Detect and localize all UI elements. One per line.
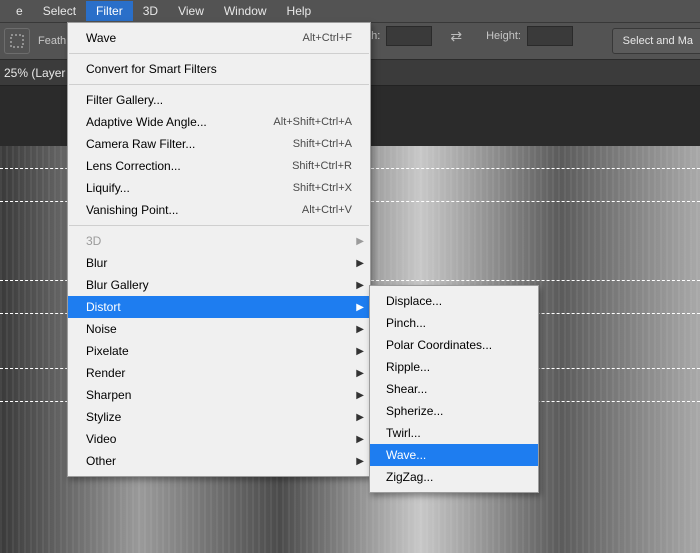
height-label: Height: xyxy=(486,30,521,42)
submenu-item-ripple[interactable]: Ripple... xyxy=(370,356,538,378)
select-and-mask-button[interactable]: Select and Ma xyxy=(612,28,700,54)
menu-item-blur[interactable]: Blur▶ xyxy=(68,252,370,274)
menu-item-render[interactable]: Render▶ xyxy=(68,362,370,384)
filter-menu-dropdown: WaveAlt+Ctrl+F Convert for Smart Filters F… xyxy=(67,22,371,477)
submenu-arrow-icon: ▶ xyxy=(356,368,364,379)
submenu-arrow-icon: ▶ xyxy=(356,236,364,247)
menu-item-3d: 3D▶ xyxy=(68,230,370,252)
submenu-item-zigzag[interactable]: ZigZag... xyxy=(370,466,538,488)
menu-item-distort[interactable]: Distort▶ xyxy=(68,296,370,318)
menu-separator xyxy=(69,53,369,54)
submenu-arrow-icon: ▶ xyxy=(356,346,364,357)
submenu-arrow-icon: ▶ xyxy=(356,280,364,291)
feather-label: Feath xyxy=(38,35,66,47)
menu-select[interactable]: Select xyxy=(33,1,86,21)
submenu-arrow-icon: ▶ xyxy=(356,434,364,445)
submenu-item-displace[interactable]: Displace... xyxy=(370,290,538,312)
menu-item-wave[interactable]: WaveAlt+Ctrl+F xyxy=(68,27,370,49)
menu-separator xyxy=(69,225,369,226)
menu-item-noise[interactable]: Noise▶ xyxy=(68,318,370,340)
menu-item-stylize[interactable]: Stylize▶ xyxy=(68,406,370,428)
menu-item-convert-for-smart-filters[interactable]: Convert for Smart Filters xyxy=(68,58,370,80)
submenu-arrow-icon: ▶ xyxy=(356,390,364,401)
menu-item-blur-gallery[interactable]: Blur Gallery▶ xyxy=(68,274,370,296)
submenu-item-polar-coordinates[interactable]: Polar Coordinates... xyxy=(370,334,538,356)
menu-item-adaptive-wide-angle[interactable]: Adaptive Wide Angle...Alt+Shift+Ctrl+A xyxy=(68,111,370,133)
tool-preset-icon[interactable] xyxy=(4,28,30,54)
menu-separator xyxy=(69,84,369,85)
menu-help[interactable]: Help xyxy=(277,1,322,21)
menu-window[interactable]: Window xyxy=(214,1,277,21)
menu-item-sharpen[interactable]: Sharpen▶ xyxy=(68,384,370,406)
height-input[interactable] xyxy=(527,26,573,46)
distort-submenu: Displace...Pinch...Polar Coordinates...R… xyxy=(369,285,539,493)
menu-view[interactable]: View xyxy=(168,1,214,21)
menu-3d[interactable]: 3D xyxy=(133,1,168,21)
submenu-item-spherize[interactable]: Spherize... xyxy=(370,400,538,422)
menu-item-camera-raw-filter[interactable]: Camera Raw Filter...Shift+Ctrl+A xyxy=(68,133,370,155)
document-tab-label: 25% (Layer xyxy=(4,66,65,80)
width-input[interactable] xyxy=(386,26,432,46)
submenu-item-twirl[interactable]: Twirl... xyxy=(370,422,538,444)
menu-item-vanishing-point[interactable]: Vanishing Point...Alt+Ctrl+V xyxy=(68,199,370,221)
submenu-arrow-icon: ▶ xyxy=(356,324,364,335)
menu-item-filter-gallery[interactable]: Filter Gallery... xyxy=(68,89,370,111)
menu-item-other[interactable]: Other▶ xyxy=(68,450,370,472)
submenu-item-shear[interactable]: Shear... xyxy=(370,378,538,400)
submenu-item-wave[interactable]: Wave... xyxy=(370,444,538,466)
submenu-arrow-icon: ▶ xyxy=(356,258,364,269)
menu-filter[interactable]: Filter xyxy=(86,1,133,21)
menu-item-video[interactable]: Video▶ xyxy=(68,428,370,450)
submenu-item-pinch[interactable]: Pinch... xyxy=(370,312,538,334)
menu-e[interactable]: e xyxy=(6,1,33,21)
menu-item-lens-correction[interactable]: Lens Correction...Shift+Ctrl+R xyxy=(68,155,370,177)
menu-bar: eSelectFilter3DViewWindowHelp xyxy=(0,0,700,22)
submenu-arrow-icon: ▶ xyxy=(356,456,364,467)
submenu-arrow-icon: ▶ xyxy=(356,412,364,423)
swap-dimensions-icon[interactable]: ⇄ xyxy=(450,28,462,45)
menu-item-liquify[interactable]: Liquify...Shift+Ctrl+X xyxy=(68,177,370,199)
menu-item-pixelate[interactable]: Pixelate▶ xyxy=(68,340,370,362)
submenu-arrow-icon: ▶ xyxy=(356,302,364,313)
